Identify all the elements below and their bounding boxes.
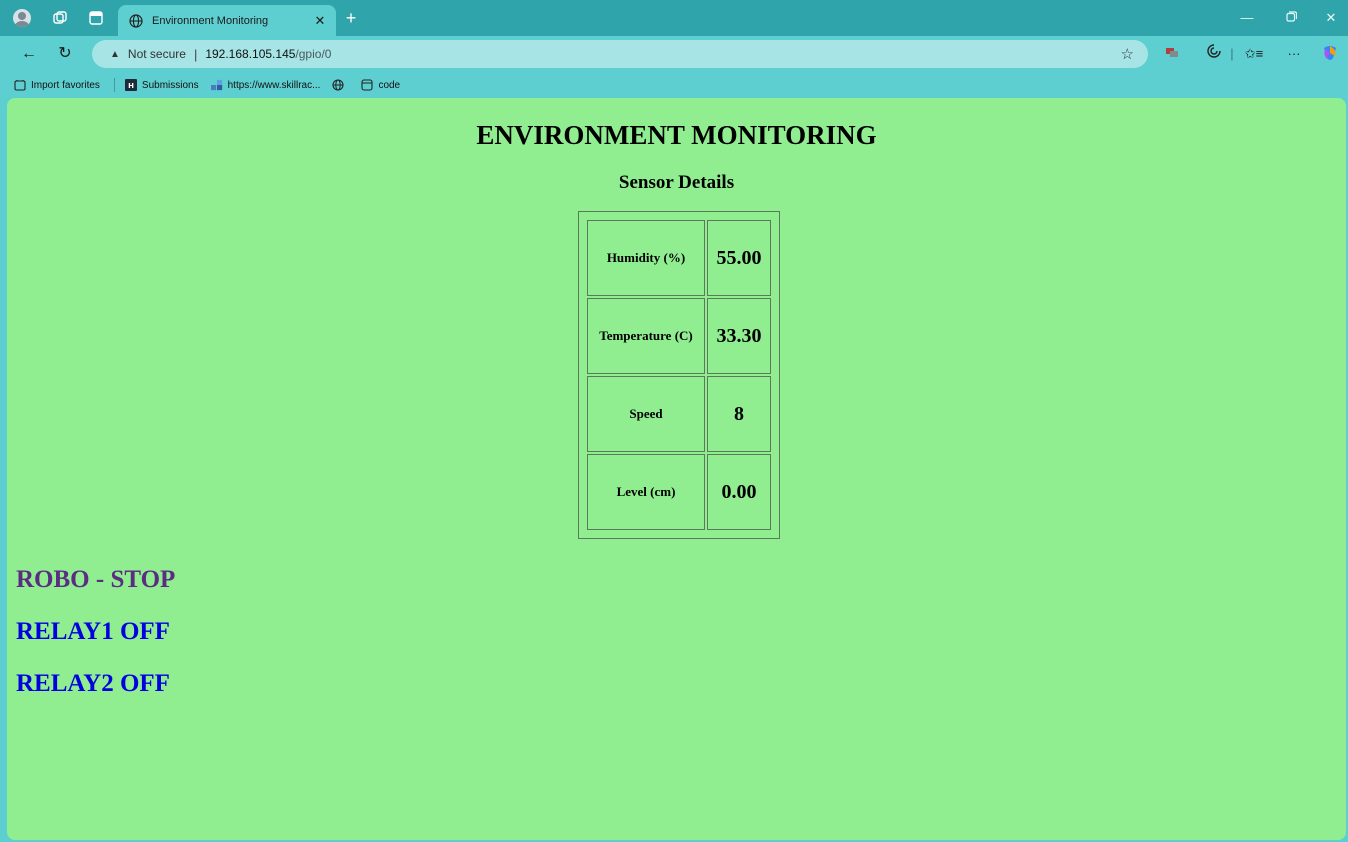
browser-essentials-icon[interactable] [1204,44,1224,64]
favorites-bar: Import favorites H Submissions https://w… [0,72,1348,98]
copilot-icon[interactable] [1320,44,1340,64]
table-row: Speed 8 [587,376,771,452]
temperature-label: Temperature (C) [587,298,705,374]
close-tab-icon[interactable]: ✕ [310,13,330,29]
favorite-label: https://www.skillrac... [227,79,321,91]
address-bar[interactable]: ▲ Not secure | 192.168.105.145 /gpio/0 ☆ [92,40,1148,68]
skillrack-icon [210,79,223,91]
toolbar-divider: | [1230,46,1234,61]
table-row: Temperature (C) 33.30 [587,298,771,374]
robo-status: ROBO - STOP [16,566,176,593]
url-host[interactable]: 192.168.105.145 [205,47,295,61]
minimize-icon[interactable]: — [1237,8,1257,28]
url-path[interactable]: /gpio/0 [295,47,331,61]
speed-value: 8 [707,376,771,452]
address-separator: | [193,46,198,62]
profile-avatar-icon[interactable] [12,8,32,28]
humidity-value: 55.00 [707,220,771,296]
favorites-icon[interactable]: ✩≡ [1244,44,1264,64]
warning-icon[interactable]: ▲ [110,49,120,60]
globe-icon [128,13,144,29]
new-tab-icon[interactable]: + [340,7,362,29]
level-label: Level (cm) [587,454,705,530]
relay2-status: RELAY2 OFF [16,670,170,697]
favorite-import[interactable]: Import favorites [14,79,100,91]
favorite-label: Submissions [141,79,199,91]
import-favorites-icon [14,79,26,91]
svg-text:H: H [128,82,134,90]
refresh-icon[interactable]: ↻ [54,44,76,64]
tab-environment-monitoring[interactable]: Environment Monitoring ✕ [118,5,336,36]
favorite-code[interactable]: code [361,79,400,91]
temperature-value: 33.30 [707,298,771,374]
code-icon [361,79,373,91]
browser-title-bar: Environment Monitoring ✕ + — ✕ [0,0,1348,36]
favorite-star-icon[interactable]: ☆ [1121,45,1134,63]
tab-title: Environment Monitoring [152,14,269,27]
workspaces-icon[interactable] [50,8,70,28]
favorite-globe[interactable] [332,79,349,91]
restore-icon[interactable] [1281,8,1301,28]
favorite-label: code [378,79,401,91]
more-options-icon[interactable]: ··· [1284,44,1304,64]
sensor-table: Humidity (%) 55.00 Temperature (C) 33.30… [578,211,780,539]
favorite-skillrack[interactable]: https://www.skillrac... [210,79,321,91]
page-content: ENVIRONMENT MONITORING Sensor Details Hu… [7,98,1346,840]
sensor-details-heading: Sensor Details [618,172,735,193]
level-value: 0.00 [707,454,771,530]
tab-actions-icon[interactable] [86,8,106,28]
submissions-icon: H [124,79,137,91]
security-label[interactable]: Not secure [128,47,186,61]
page-title: ENVIRONMENT MONITORING [476,120,877,150]
browser-toolbar: ← ↻ ▲ Not secure | 192.168.105.145 /gpio… [0,36,1348,72]
relay1-status: RELAY1 OFF [16,618,170,645]
favorite-submissions[interactable]: H Submissions [124,79,199,91]
table-row: Humidity (%) 55.00 [587,220,771,296]
extensions-icon[interactable] [1162,44,1182,64]
favorites-divider [113,78,115,92]
close-window-icon[interactable]: ✕ [1321,8,1341,28]
back-icon[interactable]: ← [18,44,40,64]
globe-icon [332,79,344,91]
humidity-label: Humidity (%) [587,220,705,296]
favorite-label: Import favorites [31,79,100,91]
table-row: Level (cm) 0.00 [587,454,771,530]
speed-label: Speed [587,376,705,452]
